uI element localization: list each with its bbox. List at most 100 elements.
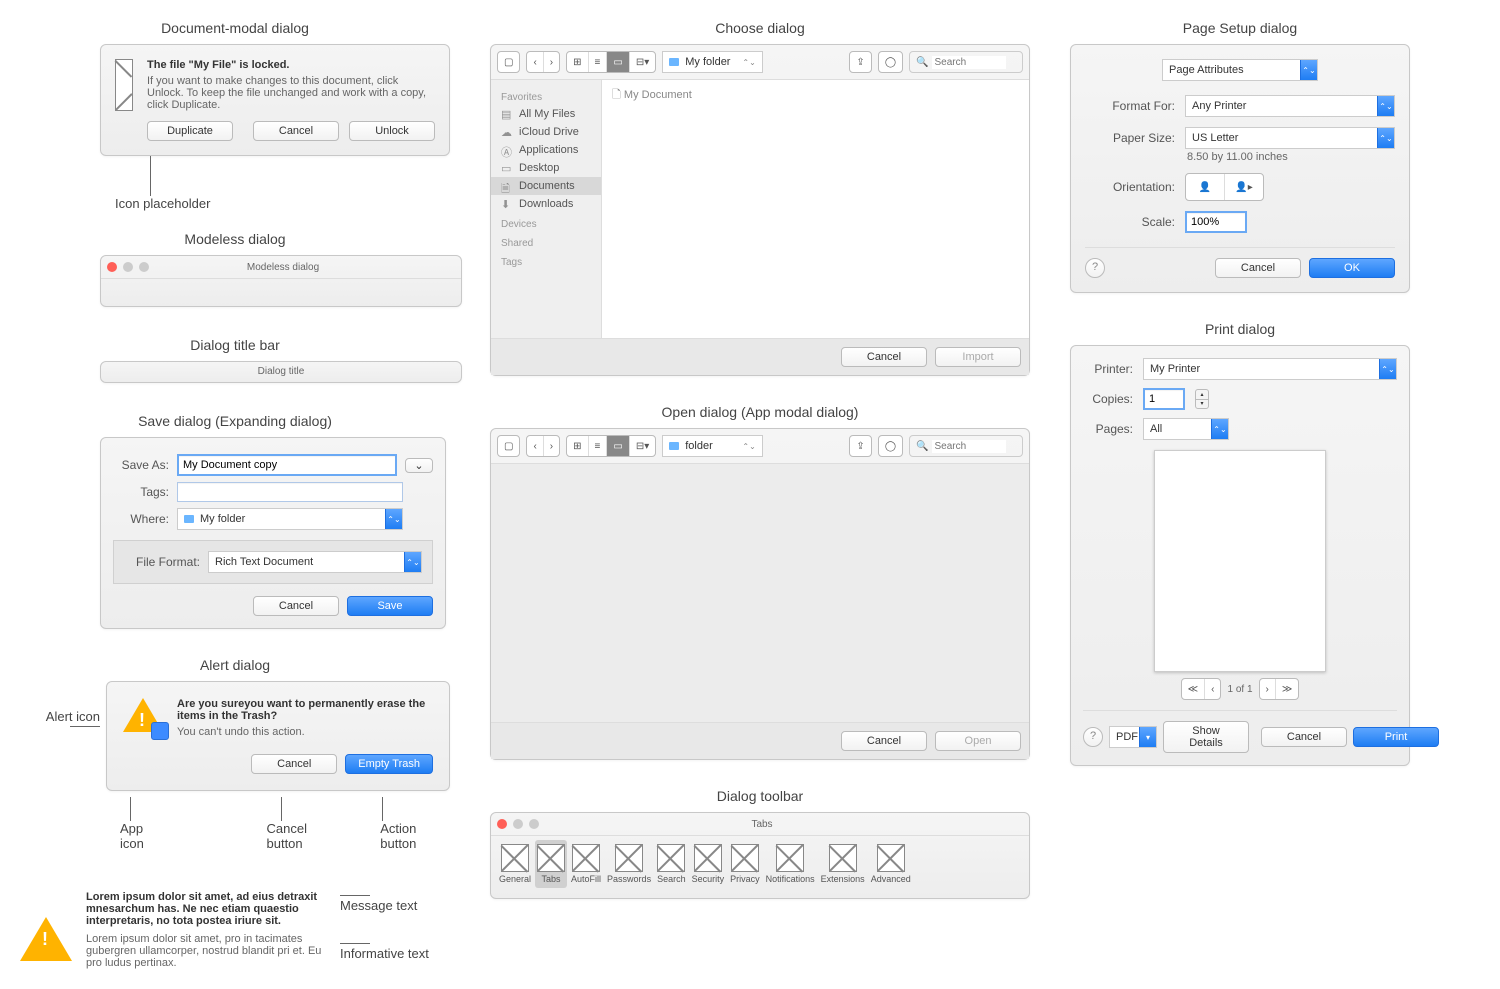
ok-button[interactable]: OK: [1309, 258, 1395, 278]
help-button[interactable]: ?: [1083, 727, 1103, 747]
window-controls[interactable]: [101, 256, 155, 278]
save-button[interactable]: Save: [347, 596, 433, 616]
choose-cancel-button[interactable]: Cancel: [841, 347, 927, 367]
view-mode[interactable]: ⊞≡▭⊟▾: [566, 435, 656, 457]
where-value: My folder: [200, 513, 245, 525]
sidebar-applications[interactable]: ⒶApplications: [491, 141, 601, 159]
sidebar-desktop[interactable]: ▭Desktop: [491, 159, 601, 177]
copies-stepper[interactable]: ▴▾: [1195, 389, 1209, 409]
docmodal-dialog: The file "My File" is locked. If you wan…: [100, 44, 450, 156]
duplicate-button[interactable]: Duplicate: [147, 121, 233, 141]
tab-icon-placeholder: [731, 844, 759, 872]
tab-label: Advanced: [871, 874, 911, 884]
file-icon: 🗋: [612, 89, 621, 101]
chevron-down-icon: ▾: [1139, 727, 1156, 747]
callout-app-icon: App icon: [120, 821, 167, 851]
tab-privacy[interactable]: Privacy: [728, 840, 762, 888]
toolbar-title: Dialog toolbar: [490, 788, 1030, 804]
tags-label: Tags:: [113, 485, 169, 499]
cancel-button[interactable]: Cancel: [253, 121, 339, 141]
window-controls[interactable]: [491, 813, 545, 835]
path-select[interactable]: My folder ⌃⌄: [662, 51, 763, 73]
tags-button[interactable]: ◯: [878, 435, 903, 457]
unlock-button[interactable]: Unlock: [349, 121, 435, 141]
landscape-icon[interactable]: 👤▸: [1225, 174, 1263, 200]
fileformat-select[interactable]: Rich Text Document ⌃⌄: [208, 551, 422, 573]
save-cancel-button[interactable]: Cancel: [253, 596, 339, 616]
tab-icon-placeholder: [572, 844, 600, 872]
alert-cancel-button[interactable]: Cancel: [251, 754, 337, 774]
papersize-select[interactable]: US Letter⌃⌄: [1185, 127, 1395, 149]
share-button[interactable]: ⇪: [849, 51, 871, 73]
tab-notifications[interactable]: Notifications: [764, 840, 817, 888]
dialog-toolbar: Tabs GeneralTabsAutoFillPasswordsSearchS…: [490, 812, 1030, 899]
modeless-title: Modeless dialog: [20, 231, 450, 247]
share-button[interactable]: ⇪: [849, 435, 871, 457]
tab-advanced[interactable]: Advanced: [869, 840, 913, 888]
tab-tabs[interactable]: Tabs: [535, 840, 567, 888]
message-text: Lorem ipsum dolor sit amet, ad eius detr…: [86, 891, 326, 927]
sidebar-toggle[interactable]: ▢: [497, 51, 520, 73]
printer-select[interactable]: My Printer⌃⌄: [1143, 358, 1397, 380]
view-mode[interactable]: ⊞≡▭⊟▾: [566, 51, 656, 73]
share-icon: ⇪: [850, 52, 870, 72]
saveas-input[interactable]: [177, 454, 397, 476]
tab-general[interactable]: General: [497, 840, 533, 888]
tab-icon-placeholder: [657, 844, 685, 872]
sidebar-icloud[interactable]: ☁iCloud Drive: [491, 123, 601, 141]
path-select[interactable]: folder ⌃⌄: [662, 435, 763, 457]
tags-button[interactable]: ◯: [878, 51, 903, 73]
pdf-menu[interactable]: PDF▾: [1109, 726, 1157, 748]
search-input[interactable]: [932, 440, 1006, 453]
forward-icon[interactable]: ›: [544, 52, 559, 72]
tab-search[interactable]: Search: [655, 840, 688, 888]
orientation-buttons[interactable]: 👤 👤▸: [1185, 173, 1264, 201]
callout-informative-text: Informative text: [340, 946, 429, 961]
sidebar-documents[interactable]: 🗎Documents: [491, 177, 601, 195]
sidebar-toggle[interactable]: ▢: [497, 435, 520, 457]
page-next-last[interactable]: ›≫: [1259, 678, 1300, 700]
copies-input[interactable]: [1143, 388, 1185, 410]
nav-buttons[interactable]: ‹›: [526, 51, 560, 73]
tags-input[interactable]: [177, 482, 403, 502]
downloads-icon: ⬇: [501, 198, 513, 210]
tab-autofill[interactable]: AutoFill: [569, 840, 603, 888]
docmodal-body: If you want to make changes to this docu…: [147, 75, 435, 111]
chevron-updown-icon: ⌃⌄: [1379, 359, 1396, 379]
devices-heading: Devices: [491, 213, 601, 232]
tab-security[interactable]: Security: [690, 840, 727, 888]
portrait-icon[interactable]: 👤: [1186, 174, 1225, 200]
alert-dialog: Are you sureyou want to permanently eras…: [106, 681, 450, 791]
print-button[interactable]: Print: [1353, 727, 1439, 747]
search-input[interactable]: [932, 56, 1006, 69]
tab-label: Privacy: [730, 874, 760, 884]
sidebar-allmyfiles[interactable]: ▤All My Files: [491, 105, 601, 123]
import-button[interactable]: Import: [935, 347, 1021, 367]
pages-select[interactable]: All⌃⌄: [1143, 418, 1229, 440]
help-button[interactable]: ?: [1085, 258, 1105, 278]
tab-label: Extensions: [821, 874, 865, 884]
callout-message-text: Message text: [340, 898, 417, 913]
nav-buttons[interactable]: ‹›: [526, 435, 560, 457]
pageattrs-select[interactable]: Page Attributes ⌃⌄: [1162, 59, 1318, 81]
open-button[interactable]: Open: [935, 731, 1021, 751]
print-cancel-button[interactable]: Cancel: [1261, 727, 1347, 747]
back-icon[interactable]: ‹: [527, 52, 543, 72]
tab-extensions[interactable]: Extensions: [819, 840, 867, 888]
alert-heading: Are you sureyou want to permanently eras…: [177, 698, 433, 722]
pagesetup-cancel-button[interactable]: Cancel: [1215, 258, 1301, 278]
file-item[interactable]: 🗋 My Document: [612, 86, 1019, 105]
page-first-prev[interactable]: ≪‹: [1181, 678, 1222, 700]
where-select[interactable]: My folder ⌃⌄: [177, 508, 403, 530]
show-details-button[interactable]: Show Details: [1163, 721, 1249, 753]
fileformat-label: File Format:: [124, 555, 200, 569]
open-cancel-button[interactable]: Cancel: [841, 731, 927, 751]
formatfor-select[interactable]: Any Printer⌃⌄: [1185, 95, 1395, 117]
expand-button[interactable]: ⌄: [405, 458, 433, 473]
tab-passwords[interactable]: Passwords: [605, 840, 653, 888]
scale-input[interactable]: [1185, 211, 1247, 233]
choose-sidebar: Favorites ▤All My Files ☁iCloud Drive ⒶA…: [491, 80, 602, 338]
sidebar-downloads[interactable]: ⬇Downloads: [491, 195, 601, 213]
formatfor-label: Format For:: [1085, 99, 1175, 113]
alert-action-button[interactable]: Empty Trash: [345, 754, 433, 774]
